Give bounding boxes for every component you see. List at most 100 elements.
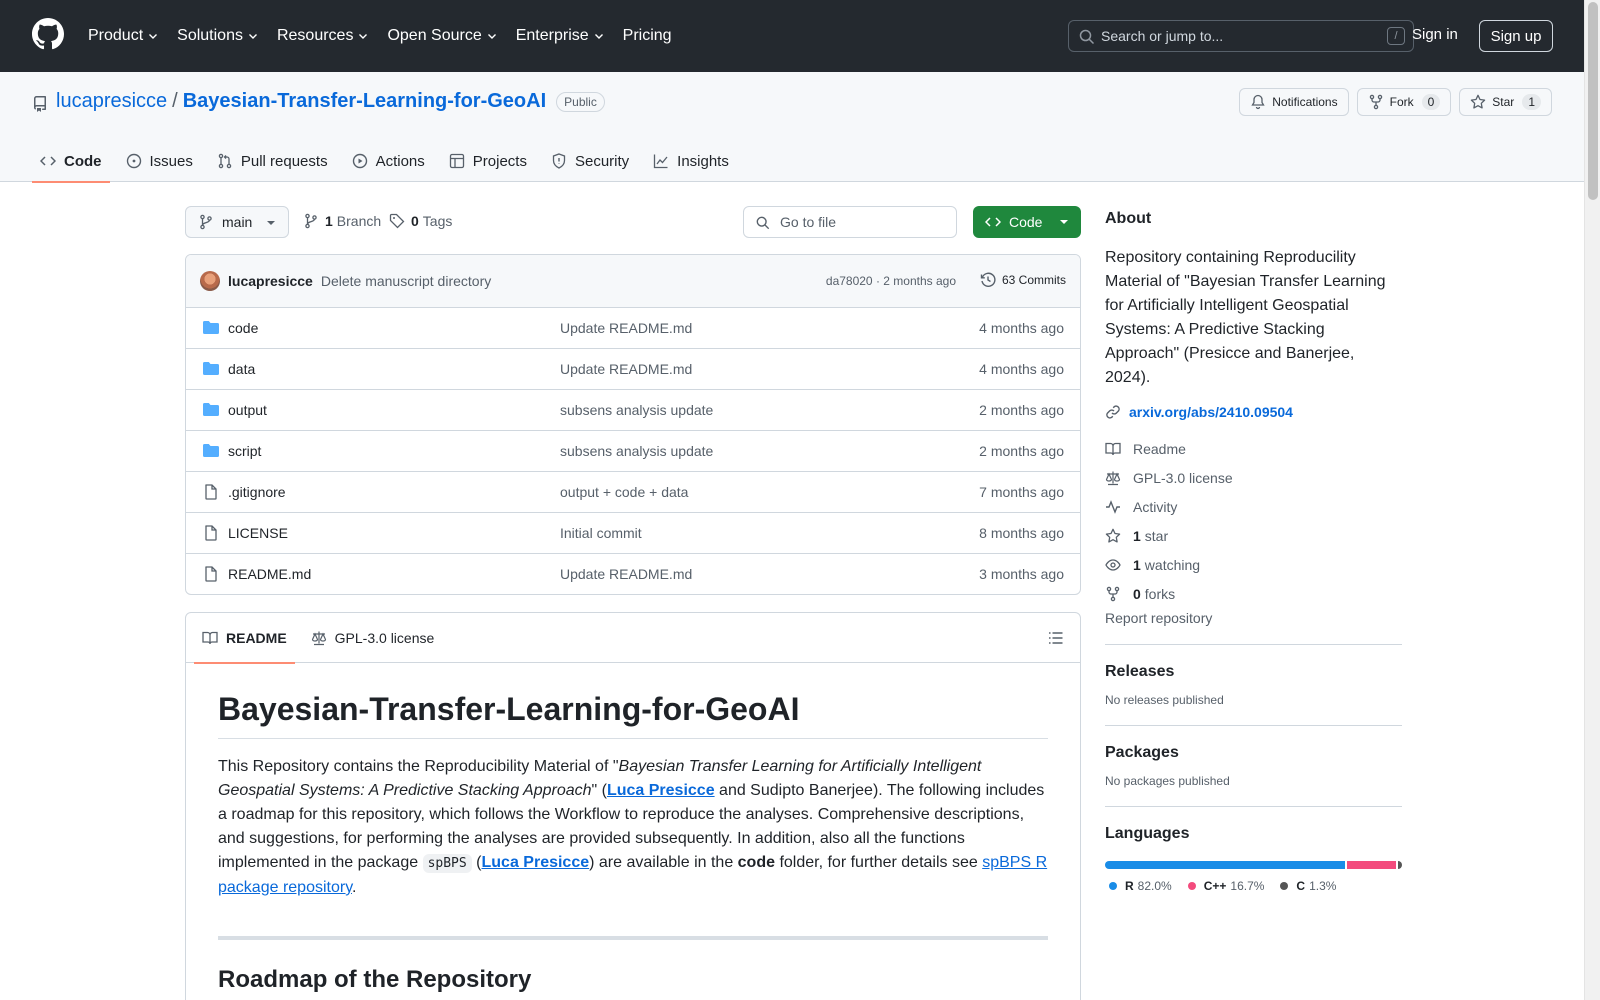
license-link[interactable]: GPL-3.0 license <box>1105 463 1402 492</box>
global-header: Product Solutions Resources Open Source … <box>0 0 1584 72</box>
language-item-cpp[interactable]: C++ 16.7% <box>1187 879 1264 893</box>
language-item-r[interactable]: R 82.0% <box>1109 879 1172 893</box>
bell-icon <box>1251 94 1265 110</box>
file-name-link[interactable]: .gitignore <box>228 484 286 500</box>
text-run: " ( <box>591 782 607 799</box>
file-commit-message[interactable]: Update README.md <box>560 566 692 582</box>
file-row[interactable]: README.md Update README.md 3 months ago <box>186 554 1080 594</box>
nav-solutions[interactable]: Solutions <box>177 27 259 45</box>
inline-code: spBPS <box>422 854 472 873</box>
github-logo-icon[interactable] <box>32 18 64 50</box>
tab-security[interactable]: Security <box>543 140 637 182</box>
commit-message-link[interactable]: Delete manuscript directory <box>321 273 491 289</box>
file-name-link[interactable]: LICENSE <box>228 525 288 541</box>
branch-label: Branch <box>336 213 382 229</box>
file-browser: lucapresicce Delete manuscript directory… <box>185 254 1081 595</box>
book-icon <box>1105 442 1121 455</box>
tags-link[interactable]: 0 Tags <box>389 213 452 229</box>
list-icon[interactable] <box>1048 630 1064 646</box>
repo-name-link[interactable]: Bayesian-Transfer-Learning-for-GeoAI <box>183 90 546 113</box>
tab-projects[interactable]: Projects <box>441 140 535 182</box>
tab-license[interactable]: GPL-3.0 license <box>303 613 443 663</box>
caret-down-icon <box>1060 220 1068 224</box>
law-icon <box>1105 471 1121 485</box>
issue-icon <box>126 153 141 169</box>
forks-link[interactable]: 0 forks <box>1105 579 1402 608</box>
file-commit-message[interactable]: output + code + data <box>560 484 688 500</box>
author-link[interactable]: Luca Presicce <box>607 782 715 799</box>
watching-label: watching <box>1144 556 1201 573</box>
file-name-link[interactable]: data <box>228 361 255 377</box>
packages-heading[interactable]: Packages <box>1105 744 1402 762</box>
fork-label: Fork <box>1389 95 1414 109</box>
commit-author-link[interactable]: lucapresicce <box>228 273 313 289</box>
author-link[interactable]: Luca Presicce <box>482 854 590 871</box>
file-commit-message[interactable]: Initial commit <box>560 525 642 541</box>
stars-link[interactable]: 1 star <box>1105 521 1402 550</box>
global-search-input[interactable]: Search or jump to... / <box>1068 20 1414 52</box>
notifications-button[interactable]: Notifications <box>1239 88 1349 116</box>
star-button[interactable]: Star 1 <box>1459 88 1552 116</box>
code-dropdown-button[interactable]: Code <box>973 206 1081 238</box>
tab-readme[interactable]: README <box>194 613 295 664</box>
fork-button[interactable]: Fork 0 <box>1356 88 1452 116</box>
watchers-link[interactable]: 1 watching <box>1105 550 1402 579</box>
language-item-c[interactable]: C 1.3% <box>1280 879 1336 893</box>
divider <box>1105 644 1402 645</box>
branch-selector[interactable]: main <box>185 206 289 238</box>
file-row[interactable]: data Update README.md 4 months ago <box>186 349 1080 390</box>
sign-up-button[interactable]: Sign up <box>1479 20 1553 52</box>
nav-enterprise[interactable]: Enterprise <box>516 27 605 45</box>
tab-code[interactable]: Code <box>32 140 110 183</box>
tab-pull-requests[interactable]: Pull requests <box>209 140 336 182</box>
file-commit-message[interactable]: Update README.md <box>560 320 692 336</box>
nav-product[interactable]: Product <box>88 27 159 45</box>
avatar[interactable] <box>200 271 220 291</box>
nav-resources[interactable]: Resources <box>277 27 369 45</box>
language-bar-segment <box>1105 861 1346 869</box>
tab-insights[interactable]: Insights <box>645 140 737 182</box>
repo-owner-link[interactable]: lucapresicce <box>56 90 167 113</box>
scrollbar-thumb[interactable] <box>1588 2 1598 200</box>
file-commit-message[interactable]: Update README.md <box>560 361 692 377</box>
page-scrollbar[interactable] <box>1584 0 1600 1000</box>
search-icon <box>756 216 770 230</box>
go-to-file-input[interactable]: Go to file <box>743 206 957 238</box>
nav-label: Open Source <box>387 27 482 44</box>
branch-icon <box>305 213 317 229</box>
branches-link[interactable]: 1 Branch <box>303 213 381 229</box>
file-row[interactable]: script subsens analysis update 2 months … <box>186 431 1080 472</box>
file-row[interactable]: output subsens analysis update 2 months … <box>186 390 1080 431</box>
fork-icon <box>1369 94 1382 110</box>
file-name-link[interactable]: README.md <box>228 566 311 582</box>
homepage-link[interactable]: arxiv.org/abs/2410.09504 <box>1105 404 1402 420</box>
activity-link[interactable]: Activity <box>1105 492 1402 521</box>
readme-link[interactable]: Readme <box>1105 434 1402 463</box>
readme-panel: README GPL-3.0 license Bayesian-Transfer… <box>185 612 1081 1000</box>
file-row[interactable]: code Update README.md 4 months ago <box>186 308 1080 349</box>
sign-in-link[interactable]: Sign in <box>1412 26 1458 43</box>
nav-pricing[interactable]: Pricing <box>623 27 672 45</box>
tab-actions[interactable]: Actions <box>344 140 433 182</box>
file-commit-message[interactable]: subsens analysis update <box>560 402 713 418</box>
link-icon <box>1106 405 1120 419</box>
file-name-link[interactable]: script <box>228 443 261 459</box>
file-commit-date: 8 months ago <box>979 525 1064 541</box>
file-commit-date: 4 months ago <box>979 361 1064 377</box>
tab-issues[interactable]: Issues <box>118 140 201 182</box>
nav-open-source[interactable]: Open Source <box>387 27 497 45</box>
file-commit-message[interactable]: subsens analysis update <box>560 443 713 459</box>
releases-heading[interactable]: Releases <box>1105 663 1402 681</box>
commits-history-link[interactable]: 63 Commits <box>980 272 1066 288</box>
file-name-link[interactable]: output <box>228 402 267 418</box>
report-repository-link[interactable]: Report repository <box>1105 610 1402 626</box>
file-row[interactable]: .gitignore output + code + data 7 months… <box>186 472 1080 513</box>
law-icon <box>311 631 326 645</box>
code-button-label: Code <box>1009 214 1043 230</box>
file-icon <box>205 484 217 500</box>
file-name-link[interactable]: code <box>228 320 258 336</box>
text-run: This Repository contains the Reproducibi… <box>218 758 619 775</box>
commit-sha-time[interactable]: da78020 · 2 months ago <box>826 274 956 288</box>
file-row[interactable]: LICENSE Initial commit 8 months ago <box>186 513 1080 554</box>
chevron-down-icon <box>359 34 368 39</box>
